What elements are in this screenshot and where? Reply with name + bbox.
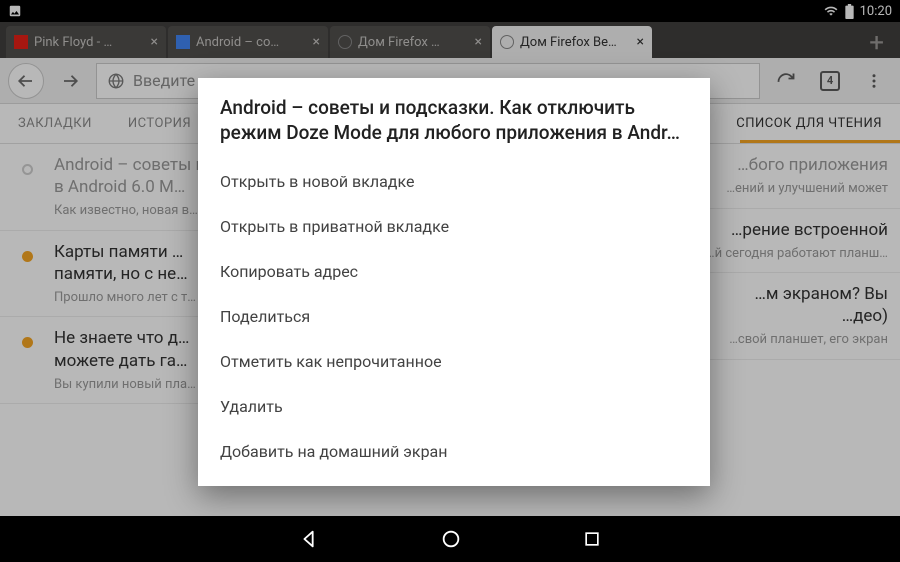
menu-mark-unread[interactable]: Отметить как непрочитанное bbox=[198, 339, 710, 384]
nav-home-button[interactable] bbox=[440, 528, 462, 550]
nav-recents-button[interactable] bbox=[582, 529, 602, 549]
context-menu-dialog: Android – советы и подсказки. Как отключ… bbox=[198, 78, 710, 486]
menu-open-private-tab[interactable]: Открыть в приватной вкладке bbox=[198, 204, 710, 249]
menu-copy-address[interactable]: Копировать адрес bbox=[198, 249, 710, 294]
nav-back-button[interactable] bbox=[298, 528, 320, 550]
system-nav-bar bbox=[0, 516, 900, 562]
menu-delete[interactable]: Удалить bbox=[198, 384, 710, 429]
menu-open-new-tab[interactable]: Открыть в новой вкладке bbox=[198, 159, 710, 204]
menu-add-home-screen[interactable]: Добавить на домашний экран bbox=[198, 429, 710, 474]
menu-share[interactable]: Поделиться bbox=[198, 294, 710, 339]
dialog-title: Android – советы и подсказки. Как отключ… bbox=[198, 96, 710, 159]
